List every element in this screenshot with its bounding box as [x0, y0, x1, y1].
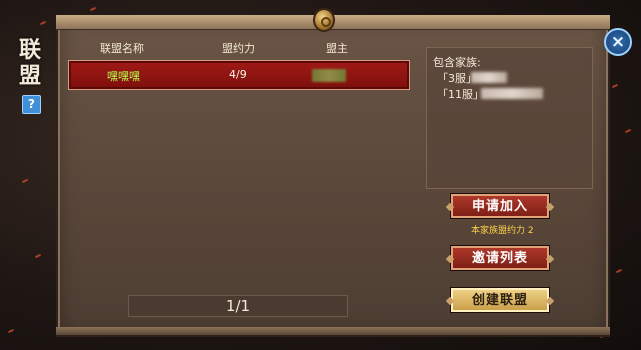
- obscured-family-name: [481, 88, 543, 99]
- page-indicator: 1/1: [128, 295, 348, 317]
- row-leader-obscured: [312, 69, 346, 82]
- close-icon[interactable]: ×: [604, 28, 632, 56]
- list-header: 联盟名称 盟约力 盟主: [64, 38, 418, 56]
- apply-note: 本家族盟约力 2: [471, 226, 534, 236]
- panel-bottom-bar: [56, 327, 610, 335]
- header-alliance-power: 盟约力: [222, 42, 255, 55]
- help-button[interactable]: ?: [22, 95, 41, 114]
- apply-join-button[interactable]: 申请加入: [450, 193, 550, 219]
- alliance-list: 联盟名称 盟约力 盟主 嘿嘿嘿 4/9: [64, 38, 418, 324]
- page-title: 联 盟: [16, 38, 44, 90]
- info-family-line-2: 「11服」: [437, 88, 484, 101]
- family-info-box: 包含家族: 「3服」 「11服」: [426, 47, 593, 189]
- table-row[interactable]: 嘿嘿嘿 4/9: [68, 60, 410, 90]
- panel-knob-ornament: [313, 8, 335, 32]
- page-title-char-2: 盟: [18, 64, 41, 89]
- invite-list-button[interactable]: 邀请列表: [450, 245, 550, 271]
- header-alliance-name: 联盟名称: [100, 42, 144, 55]
- row-alliance-power: 4/9: [229, 68, 247, 81]
- page-title-char-1: 联: [18, 38, 41, 63]
- info-title: 包含家族:: [433, 56, 481, 69]
- header-alliance-leader: 盟主: [326, 42, 348, 55]
- row-alliance-name: 嘿嘿嘿: [107, 70, 140, 83]
- obscured-family-name: [471, 72, 507, 83]
- create-alliance-button[interactable]: 创建联盟: [450, 287, 550, 313]
